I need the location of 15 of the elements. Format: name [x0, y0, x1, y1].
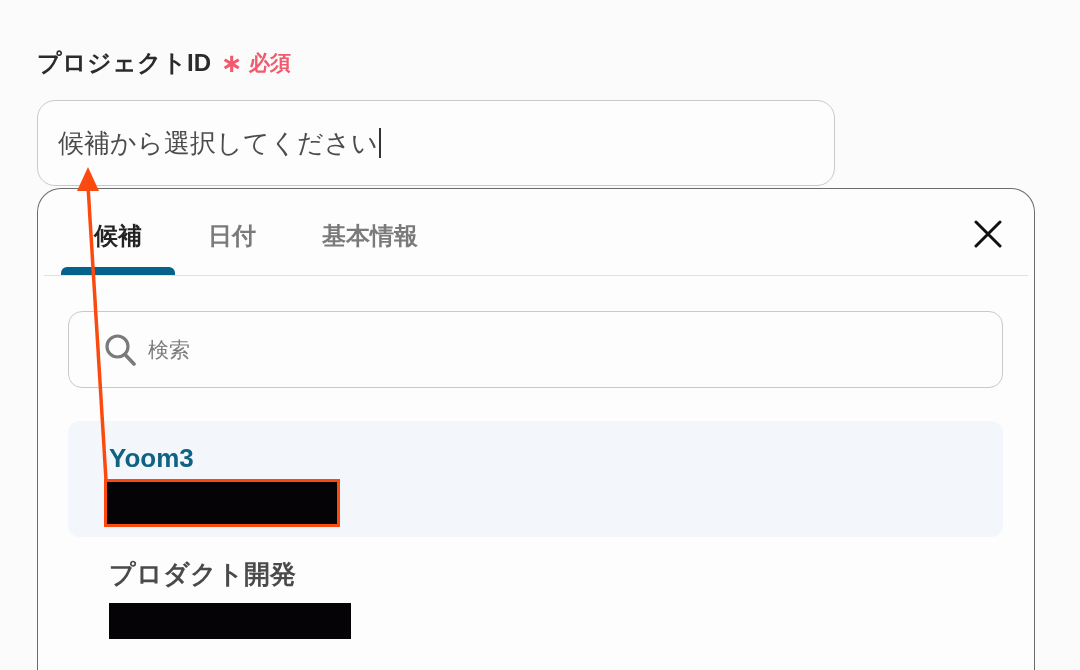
option-item[interactable]: プロダクト開発: [68, 537, 1003, 653]
option-title: Yoom3: [109, 442, 194, 474]
field-label: プロジェクトID: [37, 48, 211, 78]
option-item[interactable]: Yoom3: [68, 421, 1003, 537]
close-button[interactable]: [974, 220, 1002, 248]
option-title: プロダクト開発: [109, 558, 296, 590]
close-icon: [974, 220, 1002, 248]
input-field[interactable]: 候補から選択してください: [37, 100, 835, 186]
search-field[interactable]: 検索: [68, 311, 1003, 388]
tab[interactable]: 日付: [175, 189, 289, 275]
tab[interactable]: 候補: [61, 189, 175, 275]
search-icon: [105, 333, 136, 366]
required-mark: ∗: [221, 50, 243, 76]
required-text: 必須: [248, 50, 291, 76]
tab[interactable]: 基本情報: [289, 189, 451, 275]
